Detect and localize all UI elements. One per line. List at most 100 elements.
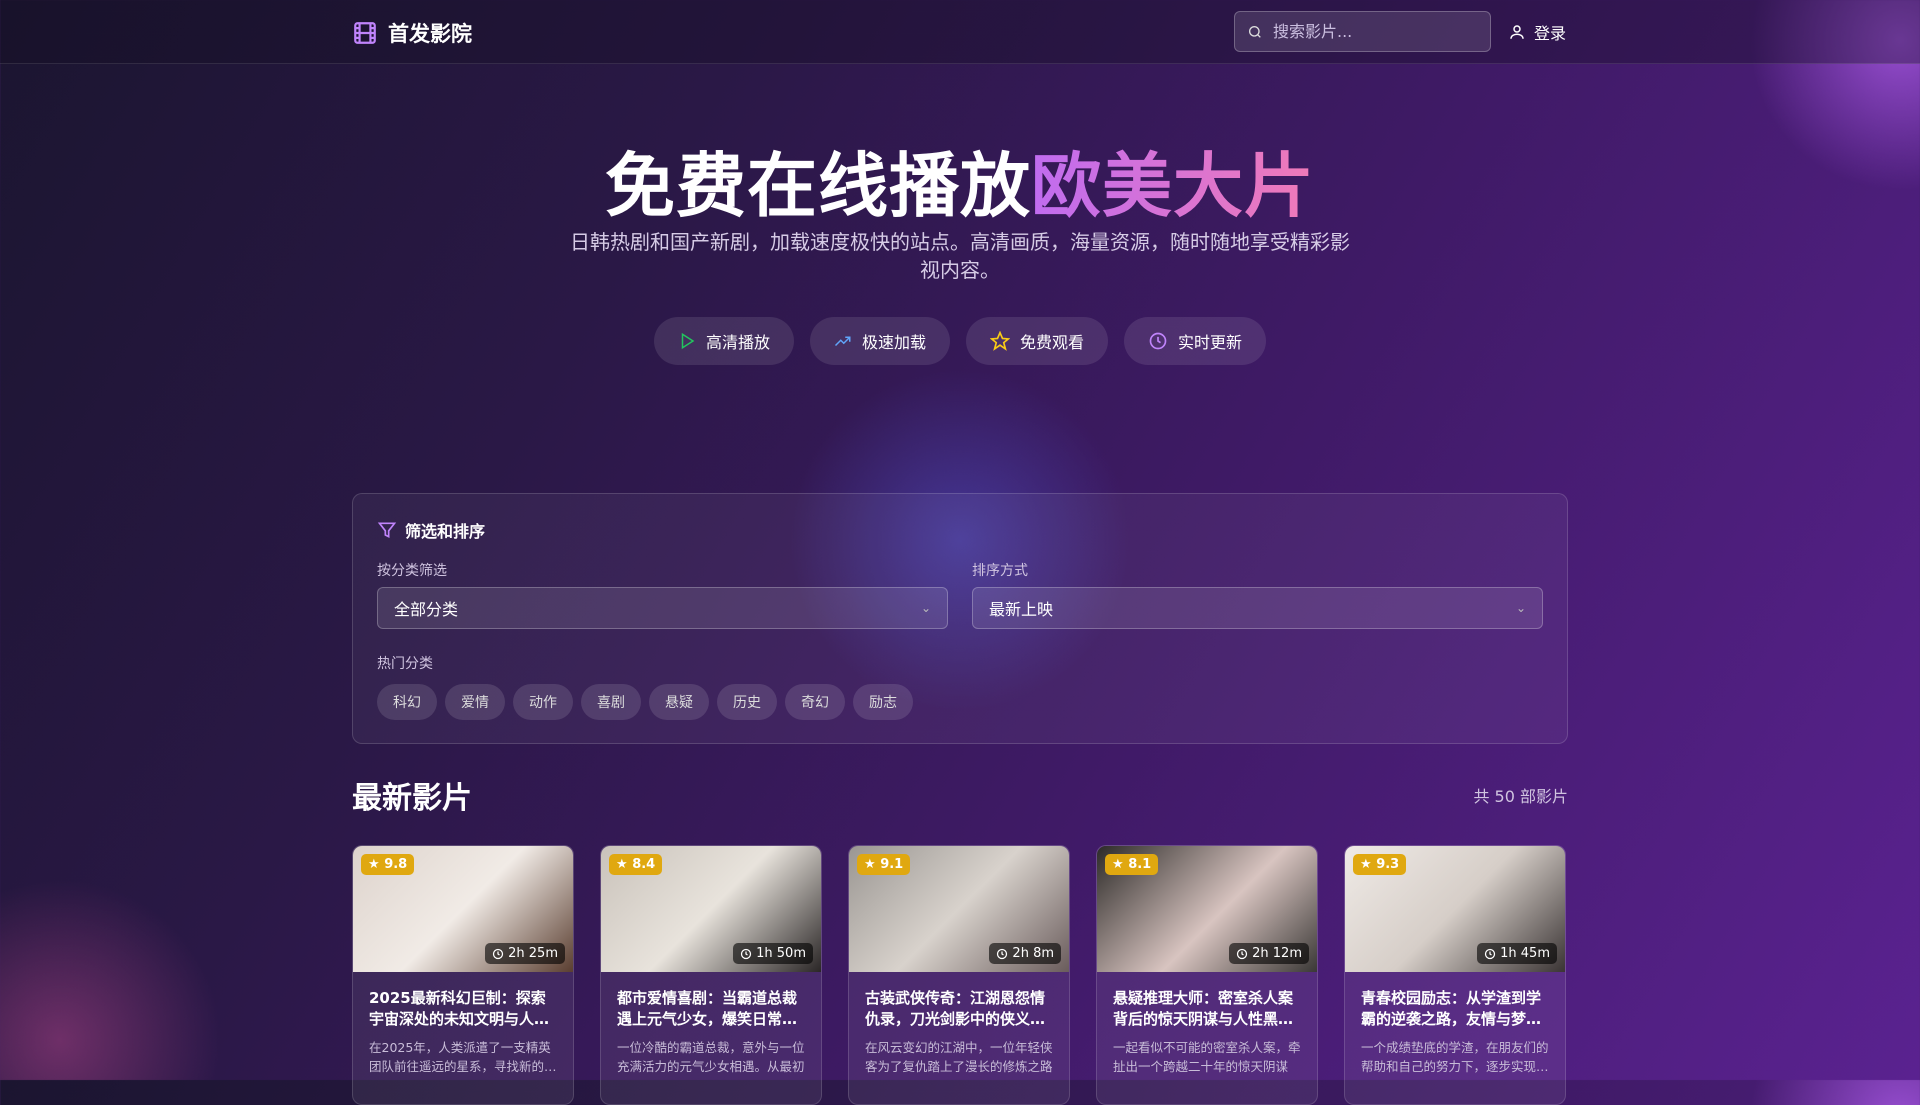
rating-value: 8.1 — [1128, 857, 1152, 872]
movie-card[interactable]: ★ 8.1 2h 12m 悬疑推理大师：密室杀人案背后的惊天阴谋与人性黑暗面揭秘… — [1096, 845, 1318, 1105]
sort-select[interactable]: 最新上映 ⌄ — [972, 587, 1543, 629]
rating-value: 8.4 — [632, 857, 656, 872]
movie-card[interactable]: ★ 9.1 2h 8m 古装武侠传奇：江湖恩怨情仇录，刀光剑影中的侠义精神传承 … — [848, 845, 1070, 1105]
movie-poster[interactable]: ★ 8.1 2h 12m — [1097, 846, 1317, 972]
rating-badge: ★ 8.4 — [609, 854, 663, 875]
category-value: 全部分类 — [394, 600, 459, 619]
star-icon: ★ — [864, 857, 876, 872]
tag[interactable]: 励志 — [853, 684, 913, 720]
tag[interactable]: 奇幻 — [785, 684, 845, 720]
trending-up-icon — [834, 336, 851, 347]
movie-description: 一个成绩垫底的学渣，在朋友们的帮助和自己的努力下，逐步实现梦想 — [1361, 1040, 1549, 1074]
movie-description: 一位冷酷的霸道总裁，意外与一位充满活力的元气少女相遇。从最初 — [617, 1040, 805, 1074]
clock-icon — [1237, 948, 1248, 959]
movie-card[interactable]: ★ 9.8 2h 25m 2025最新科幻巨制：探索宇宙深处的未知文明与人类命运… — [352, 845, 574, 1105]
logo[interactable]: 首发影院 — [352, 18, 472, 48]
duration-value: 2h 12m — [1252, 946, 1302, 961]
movie-description: 在2025年，人类派遣了一支精英团队前往遥远的星系，寻找新的家园 — [369, 1040, 557, 1074]
rating-value: 9.3 — [1376, 857, 1400, 872]
hero-title-accent: 欧美大片 — [1031, 145, 1315, 227]
clock-icon — [1485, 948, 1496, 959]
search-box[interactable] — [1234, 11, 1491, 52]
duration-badge: 2h 12m — [1229, 943, 1309, 964]
filter-title-text: 筛选和排序 — [405, 522, 486, 541]
rating-badge: ★ 8.1 — [1105, 854, 1159, 875]
hot-tags: 科幻 爱情 动作 喜剧 悬疑 历史 奇幻 励志 — [377, 684, 913, 720]
movie-poster[interactable]: ★ 8.4 1h 50m — [601, 846, 821, 972]
filter-panel: 筛选和排序 按分类筛选 排序方式 全部分类 ⌄ 最新上映 ⌄ 热门分类 科幻 爱情 … — [352, 493, 1568, 744]
category-select[interactable]: 全部分类 ⌄ — [377, 587, 948, 629]
clock-icon — [493, 948, 504, 959]
movie-poster[interactable]: ★ 9.3 1h 45m — [1345, 846, 1565, 972]
star-icon: ★ — [616, 857, 628, 872]
login-label: 登录 — [1534, 24, 1567, 43]
filter-title: 筛选和排序 — [377, 518, 1543, 542]
duration-badge: 1h 45m — [1477, 943, 1557, 964]
hero-title: 免费在线播放欧美大片 — [0, 130, 1920, 231]
movie-description: 一起看似不可能的密室杀人案，牵扯出一个跨越二十年的惊天阴谋 — [1113, 1040, 1301, 1074]
movie-card[interactable]: ★ 9.3 1h 45m 青春校园励志：从学渣到学霸的逆袭之路，友情与梦想并肩前… — [1344, 845, 1566, 1105]
rating-value: 9.1 — [880, 857, 904, 872]
search-input[interactable] — [1273, 22, 1473, 41]
rating-value: 9.8 — [384, 857, 408, 872]
logo-text: 首发影院 — [388, 22, 472, 46]
rating-badge: ★ 9.3 — [1353, 854, 1407, 875]
movie-count: 共 50 部影片 — [1473, 787, 1568, 806]
feature-label: 免费观看 — [1020, 333, 1085, 352]
movie-title[interactable]: 2025最新科幻巨制：探索宇宙深处的未知文明与人类命运 — [369, 988, 557, 1030]
feature-label: 实时更新 — [1178, 333, 1243, 352]
movie-title[interactable]: 悬疑推理大师：密室杀人案背后的惊天阴谋与人性黑暗面揭秘 — [1113, 988, 1301, 1030]
category-label: 按分类筛选 — [377, 563, 447, 579]
feature-hd[interactable]: 高清播放 — [653, 317, 794, 365]
movie-title[interactable]: 都市爱情喜剧：当霸道总裁遇上元气少女，爆笑日常与甜蜜 — [617, 988, 805, 1030]
chevron-down-icon: ⌄ — [1515, 601, 1526, 615]
star-icon: ★ — [1360, 857, 1372, 872]
star-icon — [990, 331, 1010, 351]
search-icon — [1249, 25, 1261, 38]
duration-badge: 2h 8m — [989, 943, 1061, 964]
hero-subtitle: 日韩热剧和国产新剧，加载速度极快的站点。高清画质，海量资源，随时随地享受精彩影视… — [570, 230, 1350, 282]
feature-update[interactable]: 实时更新 — [1124, 317, 1267, 365]
duration-value: 1h 50m — [756, 946, 806, 961]
play-icon — [681, 332, 695, 350]
tag[interactable]: 爱情 — [445, 684, 505, 720]
section-title: 最新影片 — [352, 781, 472, 816]
feature-pills: 高清播放 极速加载 免费观看 实时更新 — [0, 317, 1920, 365]
user-icon — [1510, 25, 1524, 39]
movie-poster[interactable]: ★ 9.8 2h 25m — [353, 846, 573, 972]
duration-value: 2h 25m — [508, 946, 558, 961]
tag[interactable]: 历史 — [717, 684, 777, 720]
feature-free[interactable]: 免费观看 — [966, 317, 1109, 365]
movie-title[interactable]: 青春校园励志：从学渣到学霸的逆袭之路，友情与梦想并肩前行 — [1361, 988, 1549, 1030]
rating-badge: ★ 9.1 — [857, 854, 911, 875]
feature-label: 极速加载 — [861, 333, 926, 352]
tag[interactable]: 喜剧 — [581, 684, 641, 720]
hot-categories-label: 热门分类 — [377, 656, 433, 672]
tag[interactable]: 动作 — [513, 684, 573, 720]
sort-label: 排序方式 — [972, 563, 1028, 579]
rating-badge: ★ 9.8 — [361, 854, 415, 875]
movie-title[interactable]: 古装武侠传奇：江湖恩怨情仇录，刀光剑影中的侠义精神传承 — [865, 988, 1053, 1030]
star-icon: ★ — [368, 857, 380, 872]
filter-icon — [377, 522, 397, 539]
feature-label: 高清播放 — [705, 333, 770, 352]
hero-title-main: 免费在线播放 — [605, 145, 1031, 227]
star-icon: ★ — [1112, 857, 1124, 872]
movie-description: 在风云变幻的江湖中，一位年轻侠客为了复仇踏上了漫长的修炼之路 — [865, 1040, 1053, 1074]
login-button[interactable]: 登录 — [1508, 20, 1566, 44]
chevron-down-icon: ⌄ — [920, 601, 931, 615]
clock-icon — [997, 948, 1008, 959]
feature-fast[interactable]: 极速加载 — [809, 317, 950, 365]
duration-value: 1h 45m — [1500, 946, 1550, 961]
movie-grid: ★ 9.8 2h 25m 2025最新科幻巨制：探索宇宙深处的未知文明与人类命运… — [352, 845, 1566, 1105]
clock-icon — [1149, 332, 1167, 350]
tag[interactable]: 科幻 — [377, 684, 437, 720]
sort-value: 最新上映 — [989, 600, 1054, 619]
film-icon — [354, 22, 376, 44]
top-nav: 首发影院 登录 — [0, 0, 1920, 64]
movie-card[interactable]: ★ 8.4 1h 50m 都市爱情喜剧：当霸道总裁遇上元气少女，爆笑日常与甜蜜 … — [600, 845, 822, 1105]
clock-icon — [741, 948, 752, 959]
tag[interactable]: 悬疑 — [649, 684, 709, 720]
movie-poster[interactable]: ★ 9.1 2h 8m — [849, 846, 1069, 972]
duration-badge: 1h 50m — [733, 943, 813, 964]
